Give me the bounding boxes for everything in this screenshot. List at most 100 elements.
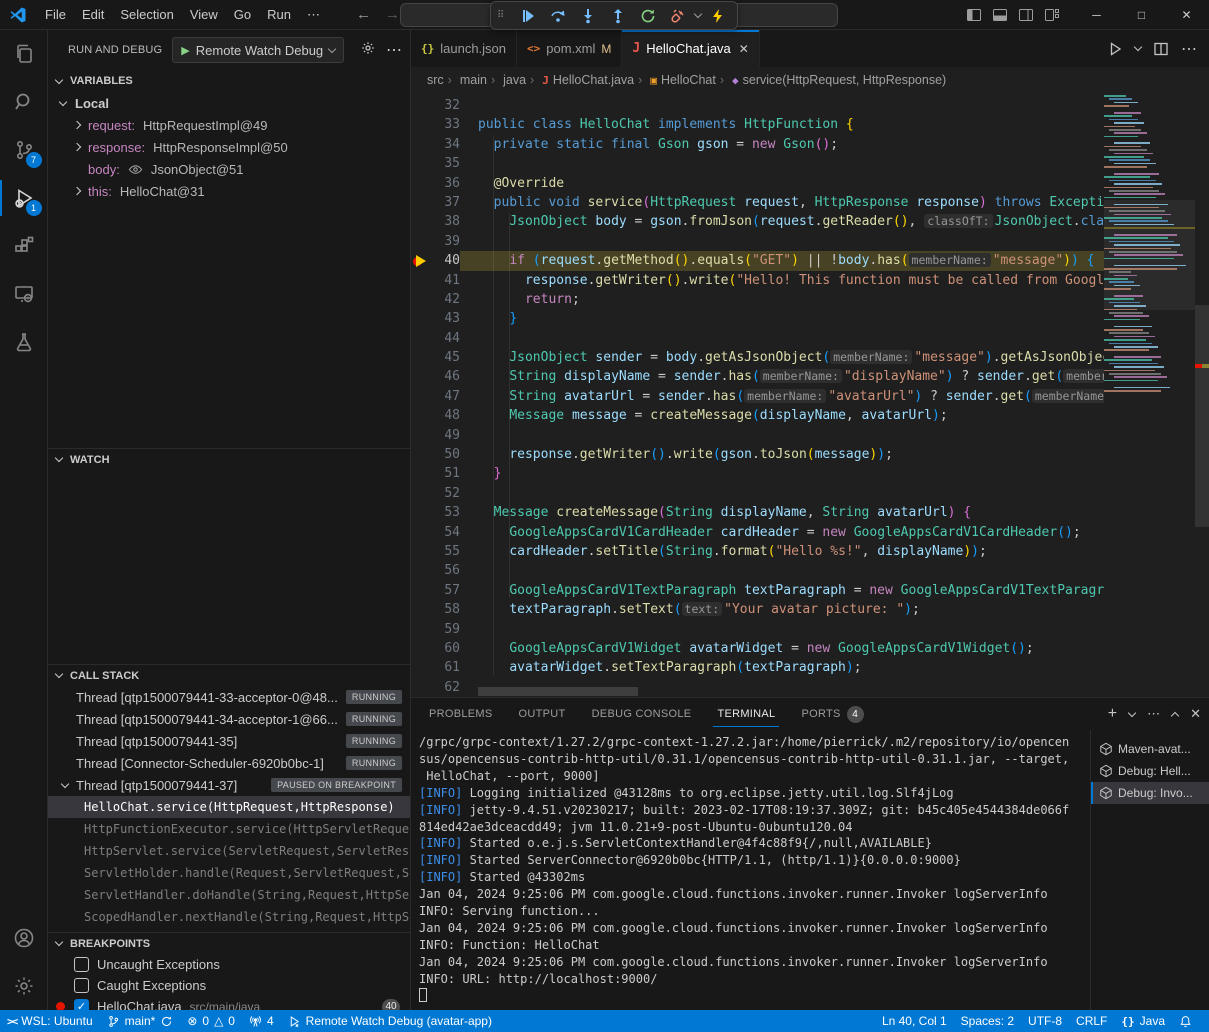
code-editor[interactable]: 3233public class HelloChat implements Ht…: [411, 93, 1209, 697]
variables-header[interactable]: VARIABLES: [48, 70, 410, 92]
launch-config-dropdown[interactable]: ▶ Remote Watch Debug: [172, 37, 344, 63]
breakpoint-checkbox[interactable]: [74, 999, 89, 1010]
git-branch-item[interactable]: main*: [100, 1010, 181, 1032]
breadcrumb-item[interactable]: src: [427, 73, 444, 87]
remote-indicator[interactable]: >< WSL: Ubuntu: [0, 1010, 100, 1032]
editor-tab[interactable]: <> pom.xml M ✕: [517, 30, 622, 67]
call-stack-header[interactable]: CALL STACK: [48, 664, 410, 686]
stack-frame-row[interactable]: ScopedHandler.nextHandle(String,Request,…: [48, 906, 410, 928]
continue-button[interactable]: [515, 4, 541, 28]
breadcrumb-item[interactable]: J HelloChat.java: [530, 73, 634, 87]
code-line[interactable]: 43 }: [411, 309, 1104, 328]
more-actions-icon[interactable]: ⋯: [1147, 706, 1160, 722]
account-icon[interactable]: [0, 914, 48, 962]
horizontal-scrollbar[interactable]: [478, 687, 638, 696]
breakpoint-row[interactable]: HelloChat.java src/main/java 40: [48, 996, 410, 1010]
more-actions-icon[interactable]: ⋯: [1181, 39, 1197, 59]
explorer-icon[interactable]: [0, 30, 48, 78]
more-actions-icon[interactable]: ⋯: [386, 40, 402, 60]
breakpoint-row[interactable]: Caught Exceptions: [48, 975, 410, 996]
breadcrumb-item[interactable]: ▣ HelloChat: [638, 73, 716, 87]
code-line[interactable]: 58 textParagraph.setText(text:"Your avat…: [411, 600, 1104, 619]
code-line[interactable]: 33public class HelloChat implements Http…: [411, 115, 1104, 134]
chevron-down-icon[interactable]: [1128, 708, 1136, 716]
code-line[interactable]: 60 GoogleAppsCardV1Widget avatarWidget =…: [411, 639, 1104, 658]
forwarded-ports-item[interactable]: 4: [242, 1010, 281, 1032]
code-line[interactable]: 40 if (request.getMethod().equals("GET")…: [411, 251, 1104, 270]
menu-item[interactable]: Go: [226, 4, 259, 26]
menu-item[interactable]: File: [37, 4, 74, 26]
stack-frame-row[interactable]: HttpFunctionExecutor.service(HttpServlet…: [48, 818, 410, 840]
back-arrow-icon[interactable]: ←: [356, 6, 371, 23]
code-line[interactable]: 59: [411, 620, 1104, 639]
code-line[interactable]: 44: [411, 329, 1104, 348]
testing-icon[interactable]: [0, 318, 48, 366]
stack-frame-row[interactable]: HttpServlet.service(ServletRequest,Servl…: [48, 840, 410, 862]
editor-tab[interactable]: J HelloChat.java ✕: [622, 30, 759, 67]
chevron-down-icon[interactable]: [694, 10, 702, 18]
menu-item[interactable]: Run: [259, 4, 299, 26]
code-line[interactable]: 34 private static final Gson gson = new …: [411, 135, 1104, 154]
breakpoint-checkbox[interactable]: [74, 978, 89, 993]
variable-row[interactable]: request: HttpRequestImpl@49: [48, 114, 410, 136]
toolbar-grip-icon[interactable]: ⠿: [497, 10, 511, 21]
scope-local[interactable]: Local: [48, 92, 410, 114]
panel-tab[interactable]: PORTS 4: [797, 698, 867, 730]
close-tab-icon[interactable]: ✕: [739, 42, 749, 56]
step-out-button[interactable]: [605, 4, 631, 28]
code-line[interactable]: 42 return;: [411, 290, 1104, 309]
eye-icon[interactable]: [128, 162, 143, 177]
menu-item[interactable]: Edit: [74, 4, 112, 26]
source-control-icon[interactable]: 7: [0, 126, 48, 174]
code-line[interactable]: 37 public void service(HttpRequest reque…: [411, 193, 1104, 212]
terminal-list-item[interactable]: Maven-avat...: [1091, 738, 1209, 760]
close-panel-icon[interactable]: ✕: [1190, 706, 1201, 722]
code-line[interactable]: 57 GoogleAppsCardV1TextParagraph textPar…: [411, 581, 1104, 600]
code-line[interactable]: 45 JsonObject sender = body.getAsJsonObj…: [411, 348, 1104, 367]
step-into-button[interactable]: [575, 4, 601, 28]
hot-code-replace-button[interactable]: [705, 4, 731, 28]
toggle-panel-icon[interactable]: [992, 7, 1008, 23]
menu-item[interactable]: Selection: [112, 4, 181, 26]
encoding-item[interactable]: UTF-8: [1021, 1010, 1069, 1032]
code-line[interactable]: 47 String avatarUrl = sender.has(memberN…: [411, 387, 1104, 406]
disconnect-button[interactable]: [665, 4, 691, 28]
customize-layout-icon[interactable]: [1044, 7, 1060, 23]
paused-breakpoint-icon[interactable]: [413, 254, 428, 269]
menu-item[interactable]: ⋯: [299, 4, 328, 26]
code-line[interactable]: 36 @Override: [411, 174, 1104, 193]
stack-frame-row[interactable]: ServletHandler.doHandle(String,Request,H…: [48, 884, 410, 906]
code-line[interactable]: 50 response.getWriter().write(gson.toJso…: [411, 445, 1104, 464]
editor-tab[interactable]: {} launch.json ✕: [411, 30, 517, 67]
debug-settings-gear-icon[interactable]: [360, 40, 376, 56]
terminal-list-item[interactable]: Debug: Invo...: [1091, 782, 1209, 804]
code-line[interactable]: 32: [411, 96, 1104, 115]
step-over-button[interactable]: [545, 4, 571, 28]
code-line[interactable]: 46 String displayName = sender.has(membe…: [411, 367, 1104, 386]
new-terminal-icon[interactable]: +: [1108, 705, 1117, 723]
code-line[interactable]: 38 JsonObject body = gson.fromJson(reque…: [411, 212, 1104, 231]
notifications-bell-item[interactable]: [1172, 1010, 1199, 1032]
restart-button[interactable]: [635, 4, 661, 28]
code-line[interactable]: 56: [411, 561, 1104, 580]
remote-explorer-icon[interactable]: [0, 270, 48, 318]
debug-session-item[interactable]: Remote Watch Debug (avatar-app): [281, 1010, 499, 1032]
variable-row[interactable]: response: HttpResponseImpl@50: [48, 136, 410, 158]
extensions-icon[interactable]: [0, 222, 48, 270]
code-line[interactable]: 48 Message message = createMessage(displ…: [411, 406, 1104, 425]
problems-item[interactable]: ⊗0 △0: [180, 1010, 242, 1032]
code-line[interactable]: 54 GoogleAppsCardV1CardHeader cardHeader…: [411, 523, 1104, 542]
language-mode-item[interactable]: {} Java: [1114, 1010, 1172, 1032]
code-line[interactable]: 55 cardHeader.setTitle(String.format("He…: [411, 542, 1104, 561]
code-line[interactable]: 51 }: [411, 464, 1104, 483]
stack-frame-row[interactable]: HelloChat.service(HttpRequest,HttpRespon…: [48, 796, 410, 818]
variable-row[interactable]: body: JsonObject@51: [48, 158, 410, 180]
code-line[interactable]: 61 avatarWidget.setTextParagraph(textPar…: [411, 658, 1104, 677]
forward-arrow-icon[interactable]: →: [385, 6, 400, 23]
eol-item[interactable]: CRLF: [1069, 1010, 1114, 1032]
breakpoints-header[interactable]: BREAKPOINTS: [48, 932, 410, 954]
maximize-panel-icon[interactable]: [1171, 712, 1179, 720]
close-window-button[interactable]: ✕: [1164, 0, 1209, 29]
run-file-icon[interactable]: [1107, 41, 1123, 57]
thread-row[interactable]: Thread [qtp1500079441-34-acceptor-1@66..…: [48, 708, 410, 730]
